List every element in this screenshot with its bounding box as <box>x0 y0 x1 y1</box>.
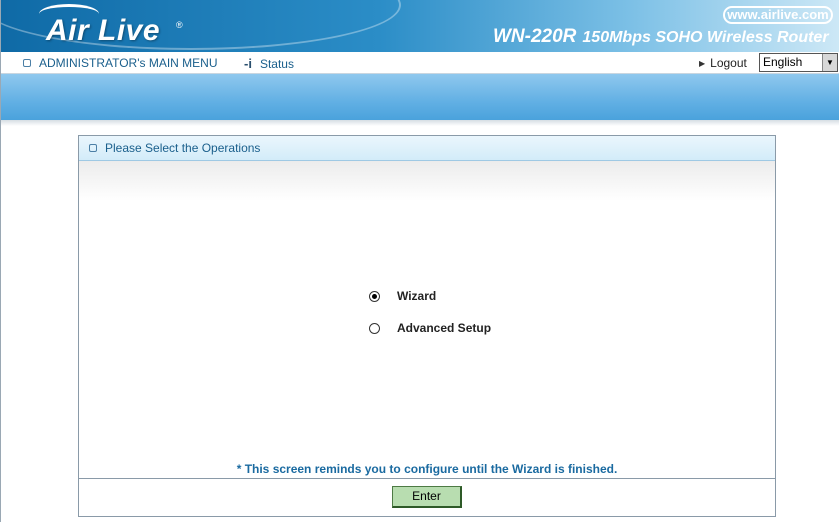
advanced-setup-label: Advanced Setup <box>397 321 492 335</box>
language-select[interactable]: English ▼ <box>759 53 838 72</box>
airlive-logo: Air Live <box>46 14 161 47</box>
wizard-label: Wizard <box>397 289 437 303</box>
panel-divider <box>79 478 775 479</box>
logout-link[interactable]: ▶ Logout <box>699 56 747 70</box>
website-badge[interactable]: www.airlive.com <box>723 6 833 24</box>
language-value: English <box>763 55 803 69</box>
main-menu-link[interactable]: ADMINISTRATOR's MAIN MENU <box>23 56 218 70</box>
enter-button[interactable]: Enter <box>392 486 462 508</box>
wizard-radio[interactable] <box>369 290 380 302</box>
router-admin-page: Air Live ® www.airlive.com WN-220R 150Mbp… <box>0 0 839 522</box>
panel-header-shadow <box>79 161 775 201</box>
panel-header: Please Select the Operations <box>79 136 775 161</box>
panel-title: Please Select the Operations <box>105 141 261 155</box>
header-banner: Air Live ® www.airlive.com WN-220R 150Mbp… <box>1 0 839 52</box>
panel-bullet-icon <box>89 144 97 152</box>
band-shadow <box>1 120 839 126</box>
header-band <box>1 74 839 120</box>
product-description: 150Mbps SOHO Wireless Router <box>582 29 829 46</box>
logo-registered-mark: ® <box>176 20 183 30</box>
chevron-down-icon[interactable]: ▼ <box>822 54 837 71</box>
advanced-setup-radio[interactable] <box>369 322 380 334</box>
product-model: WN-220R <box>493 26 577 47</box>
option-wizard[interactable]: Wizard <box>369 289 436 303</box>
option-advanced-setup[interactable]: Advanced Setup <box>369 321 491 335</box>
top-menu-bar: ADMINISTRATOR's MAIN MENU -i Status ▶ Lo… <box>1 52 839 74</box>
product-title: WN-220R 150Mbps SOHO Wireless Router <box>493 26 829 48</box>
menu-bullet-icon <box>23 59 31 67</box>
arrow-right-icon: ▶ <box>699 58 706 68</box>
logout-label: Logout <box>710 56 747 70</box>
status-label: Status <box>259 56 294 71</box>
wizard-reminder-note: * This screen reminds you to configure u… <box>236 462 618 476</box>
operations-panel: Please Select the Operations Wizard Adva… <box>78 135 776 517</box>
status-link[interactable]: -i Status <box>244 56 294 71</box>
info-icon: -i <box>244 56 252 71</box>
main-menu-label: ADMINISTRATOR's MAIN MENU <box>39 56 218 70</box>
